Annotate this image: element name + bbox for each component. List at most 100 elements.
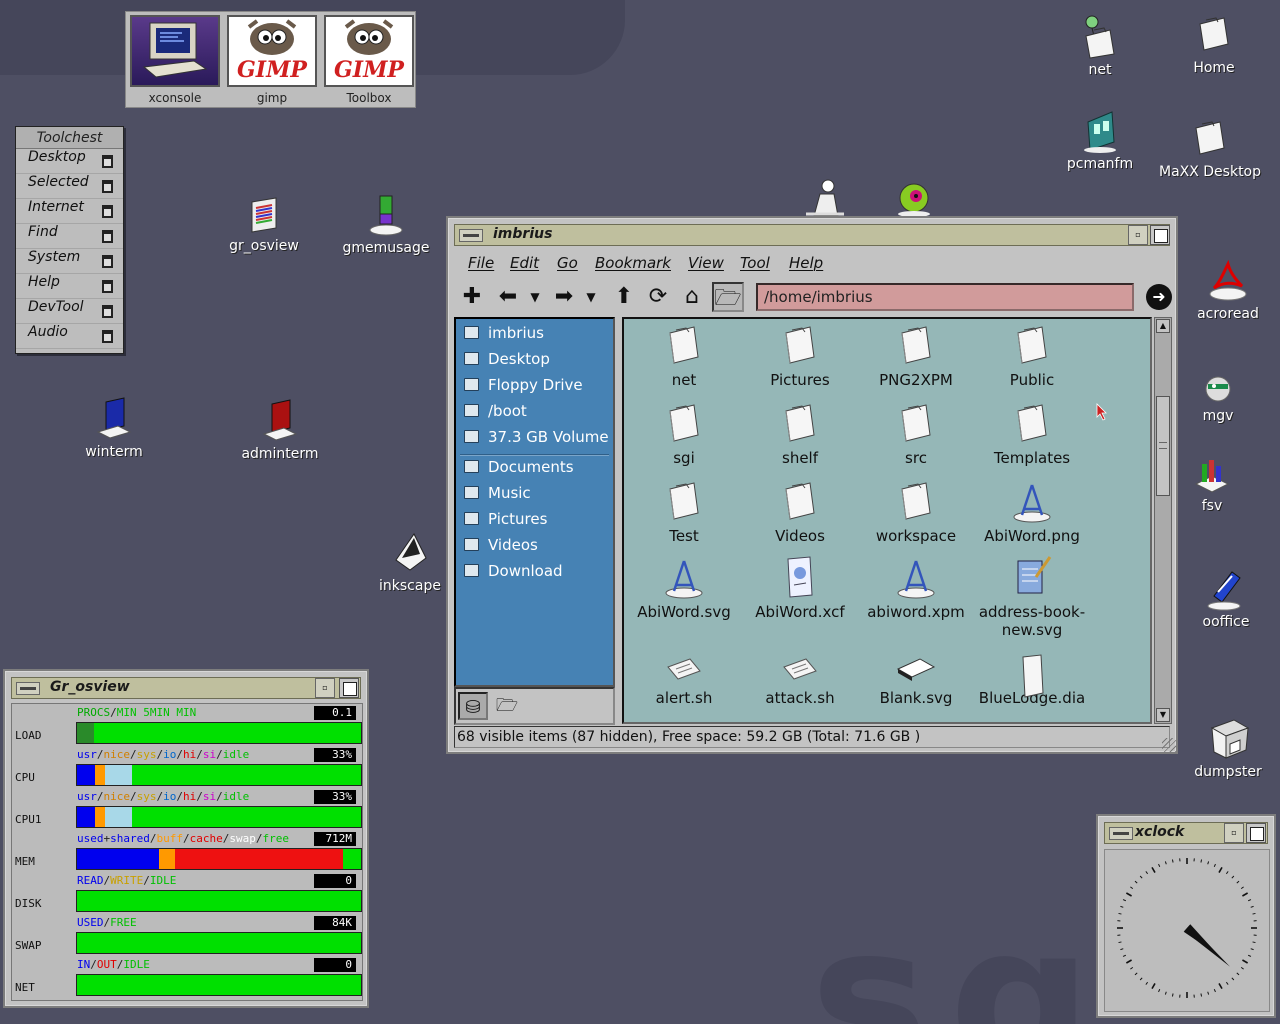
home-icon[interactable]: ⌂ [678,282,706,312]
menu-go[interactable]: Go [557,254,578,272]
sidebar-item-imbrius[interactable]: imbrius [464,322,544,344]
resize-grip[interactable] [1162,738,1176,752]
file-item[interactable]: workspace [858,479,974,545]
sidebar-item-boot[interactable]: /boot [464,400,527,422]
new-tab-icon[interactable]: ✚ [458,282,486,312]
window-titlebar[interactable]: imbrius [454,224,1170,246]
xclock-maximize-button[interactable] [1246,823,1266,843]
osview-menu-button[interactable] [16,682,40,695]
desktop-icon-ooffice[interactable]: ooffice [1166,568,1280,630]
file-item[interactable]: attack.sh [742,653,858,707]
file-item[interactable]: sgi [626,401,742,467]
osview-window: Gr_osview ▫ PROCS/MIN 5MIN MIN 0.1 LOAD usr… [3,669,369,1008]
forward-icon[interactable]: ➡ [550,282,578,312]
file-item[interactable]: Blank.svg [858,653,974,707]
file-name: attack.sh [765,689,835,707]
legend-part: / [196,790,203,803]
vertical-scrollbar[interactable]: ▲ ▼ [1154,317,1172,724]
minimize-button[interactable]: ▫ [1128,225,1148,245]
osview-minimize-button[interactable]: ▫ [315,678,335,698]
osview-titlebar[interactable]: Gr_osview [11,677,361,699]
file-item[interactable]: AbiWord.xcf [742,555,858,621]
file-item[interactable]: Templates [974,401,1090,467]
sidebar-item-download[interactable]: Download [464,560,563,582]
address-bar-input[interactable]: /home/imbrius [756,283,1134,311]
mascot-figure-icon[interactable] [800,178,850,218]
sidebar-item-documents[interactable]: Documents [464,456,574,478]
file-item[interactable]: AbiWord.svg [626,555,742,621]
menu-view[interactable]: View [688,254,724,272]
file-item[interactable]: BlueLodge.dia [974,653,1090,707]
launcher-button-toolbox[interactable]: GIMP Toolbox [322,14,416,108]
sidebar-item-37-3-gb-volume[interactable]: 37.3 GB Volume [464,426,609,448]
desktop-icon-maxx-desktop[interactable]: MaXX Desktop [1150,118,1270,180]
desktop-icon-net[interactable]: net [1040,14,1160,78]
desktop-icon-gr-osview[interactable]: gr_osview [204,194,324,254]
file-item[interactable]: Test [626,479,742,545]
file-item[interactable]: address-book- new.svg [974,555,1090,639]
folder-icon [464,538,479,551]
clock-tick [1242,892,1249,897]
scroll-thumb[interactable] [1156,396,1170,496]
forward-history-icon[interactable]: ▼ [584,282,598,312]
menu-edit[interactable]: Edit [510,254,539,272]
toolchest-item-find[interactable]: Find [16,224,123,249]
toolchest-item-selected[interactable]: Selected [16,174,123,199]
desktop-icon-dumpster[interactable]: dumpster [1168,712,1280,780]
menu-tool[interactable]: Tool [740,254,770,272]
menu-file[interactable]: File [468,254,494,272]
sidebar-item-music[interactable]: Music [464,482,531,504]
osview-maximize-button[interactable] [339,678,359,698]
sidebar-item-floppy-drive[interactable]: Floppy Drive [464,374,583,396]
maximize-button[interactable] [1150,225,1170,245]
sidebar-item-pictures[interactable]: Pictures [464,508,547,530]
file-item[interactable]: abiword.xpm [858,555,974,621]
bar-segment [95,807,106,827]
file-item[interactable]: Videos [742,479,858,545]
places-mode-icon[interactable]: ⛁ [458,692,488,720]
toolchest-item-label: Internet [28,199,84,215]
desktop-icon-winterm[interactable]: winterm [54,396,174,460]
file-item[interactable]: shelf [742,401,858,467]
toolchest-item-system[interactable]: System [16,249,123,274]
desktop-icon-adminterm[interactable]: adminterm [220,398,340,462]
file-item[interactable]: AbiWord.png [974,479,1090,545]
toolchest-item-internet[interactable]: Internet [16,199,123,224]
toolchest-item-audio[interactable]: Audio [16,324,123,349]
xclock-minimize-button[interactable]: ▫ [1224,823,1244,843]
file-item[interactable]: net [626,323,742,389]
clock-tick [1139,875,1143,879]
toolchest-item-desktop[interactable]: Desktop [16,149,123,174]
sidebar-item-videos[interactable]: Videos [464,534,538,556]
scroll-up-icon[interactable]: ▲ [1156,319,1170,333]
desktop-icon-gmemusage[interactable]: gmemusage [326,192,446,256]
clock-tick [1120,948,1124,951]
scroll-down-icon[interactable]: ▼ [1156,708,1170,722]
desktop-icon-acroread[interactable]: acroread [1168,258,1280,322]
toolchest-item-devtool[interactable]: DevTool [16,299,123,324]
menu-help[interactable]: Help [789,254,823,272]
back-history-icon[interactable]: ▼ [528,282,542,312]
launcher-button-xconsole[interactable]: xconsole [128,14,222,108]
sidebar-item-desktop[interactable]: Desktop [464,348,550,370]
file-item[interactable]: Pictures [742,323,858,389]
back-icon[interactable]: ⬅ [494,282,522,312]
folder-view-icon[interactable]: 🗁 [712,282,744,312]
reload-icon[interactable]: ⟳ [644,282,672,312]
eye-app-icon[interactable] [892,176,936,218]
menu-bookmark[interactable]: Bookmark [595,254,671,272]
file-item[interactable]: PNG2XPM [858,323,974,389]
desktop-icon-pcmanfm[interactable]: pcmanfm [1040,108,1160,172]
file-item[interactable]: Public [974,323,1090,389]
toolchest-item-help[interactable]: Help [16,274,123,299]
xclock-menu-button[interactable] [1109,827,1133,840]
go-button[interactable]: ➜ [1146,284,1172,310]
folder-icon [626,401,742,449]
file-item[interactable]: alert.sh [626,653,742,707]
directory-tree-mode-icon[interactable]: 🗁 [492,692,522,720]
file-item[interactable]: src [858,401,974,467]
launcher-button-gimp[interactable]: GIMP gimp [225,14,319,108]
window-menu-button[interactable] [459,229,483,242]
up-icon[interactable]: ⬆ [610,282,638,312]
desktop-icon-home[interactable]: Home [1154,14,1274,76]
